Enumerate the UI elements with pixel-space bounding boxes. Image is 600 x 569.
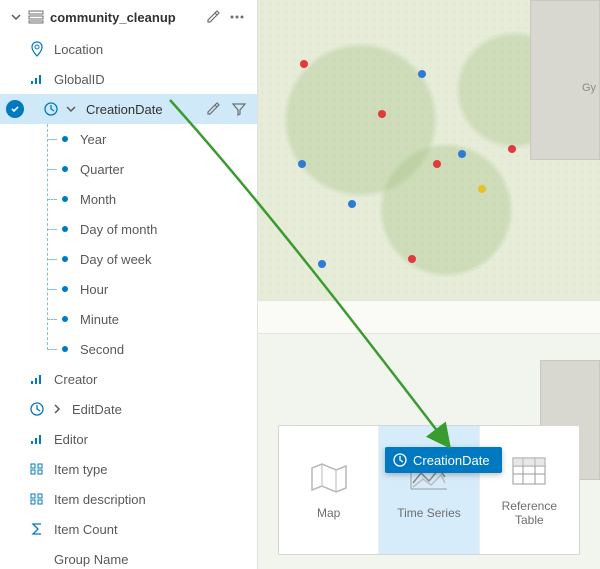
field-editdate[interactable]: EditDate (0, 394, 257, 424)
rename-button[interactable] (201, 5, 225, 29)
date-icon (42, 102, 60, 116)
field-label: Item type (54, 462, 107, 477)
field-label: Location (54, 42, 103, 57)
string-icon (28, 433, 46, 445)
drop-tile-timeseries[interactable]: Time Series (378, 426, 478, 554)
field-label: EditDate (72, 402, 122, 417)
collapse-icon (10, 12, 22, 22)
bullet-icon (62, 166, 68, 172)
date-parts-list: Year Quarter Month Day of month Day of w… (0, 124, 257, 364)
drag-chip-label: CreationDate (413, 453, 490, 468)
field-label: Editor (54, 432, 88, 447)
field-label: Creator (54, 372, 97, 387)
category-icon (28, 493, 46, 505)
bullet-icon (62, 196, 68, 202)
collapse-icon (64, 104, 78, 114)
selected-check-icon (6, 100, 24, 118)
date-part-quarter[interactable]: Quarter (56, 154, 257, 184)
expand-icon (50, 404, 64, 414)
add-element-panel: Map Time Series Reference Table (278, 425, 580, 555)
field-itemtype[interactable]: Item type (0, 454, 257, 484)
location-icon (28, 41, 46, 57)
drop-tile-table[interactable]: Reference Table (479, 426, 579, 554)
field-editor[interactable]: Editor (0, 424, 257, 454)
layer-header[interactable]: community_cleanup (0, 0, 257, 34)
date-part-second[interactable]: Second (56, 334, 257, 364)
date-icon (28, 402, 46, 416)
field-label: Item description (54, 492, 146, 507)
bullet-icon (62, 226, 68, 232)
field-location[interactable]: Location (0, 34, 257, 64)
sum-icon (28, 522, 46, 536)
dashboard-canvas[interactable]: Gy Map Tim (258, 0, 600, 569)
date-part-dom[interactable]: Day of month (56, 214, 257, 244)
layer-icon (28, 10, 44, 24)
field-groupname[interactable]: Group Name (0, 544, 257, 569)
table-tile-icon (509, 453, 549, 489)
date-part-dow[interactable]: Day of week (56, 244, 257, 274)
field-label: GlobalID (54, 72, 105, 87)
field-label: Item Count (54, 522, 118, 537)
field-globalid[interactable]: GlobalID (0, 64, 257, 94)
date-part-hour[interactable]: Hour (56, 274, 257, 304)
field-label: CreationDate (86, 102, 163, 117)
tile-label: Map (317, 506, 340, 520)
field-creator[interactable]: Creator (0, 364, 257, 394)
field-creationdate[interactable]: CreationDate (0, 94, 257, 124)
field-label: Group Name (54, 552, 128, 567)
bullet-icon (62, 346, 68, 352)
drop-tile-map[interactable]: Map (279, 426, 378, 554)
field-list: Location GlobalID CreationDate (0, 34, 257, 569)
category-icon (28, 463, 46, 475)
field-itemdesc[interactable]: Item description (0, 484, 257, 514)
bullet-icon (62, 136, 68, 142)
bullet-icon (62, 286, 68, 292)
filter-field-button[interactable] (227, 97, 251, 121)
map-label: Gy (582, 82, 596, 94)
date-part-minute[interactable]: Minute (56, 304, 257, 334)
more-button[interactable] (225, 5, 249, 29)
tile-label: Time Series (397, 506, 461, 520)
edit-field-button[interactable] (201, 97, 225, 121)
map-tile-icon (309, 460, 349, 496)
bullet-icon (62, 316, 68, 322)
tile-label: Reference Table (502, 499, 557, 528)
drag-chip[interactable]: CreationDate (385, 447, 502, 473)
field-itemcount[interactable]: Item Count (0, 514, 257, 544)
string-icon (28, 73, 46, 85)
string-icon (28, 373, 46, 385)
layer-name: community_cleanup (50, 10, 201, 25)
date-part-year[interactable]: Year (56, 124, 257, 154)
bullet-icon (62, 256, 68, 262)
date-icon (393, 453, 407, 467)
date-part-month[interactable]: Month (56, 184, 257, 214)
fields-panel: community_cleanup Location GlobalID (0, 0, 258, 569)
